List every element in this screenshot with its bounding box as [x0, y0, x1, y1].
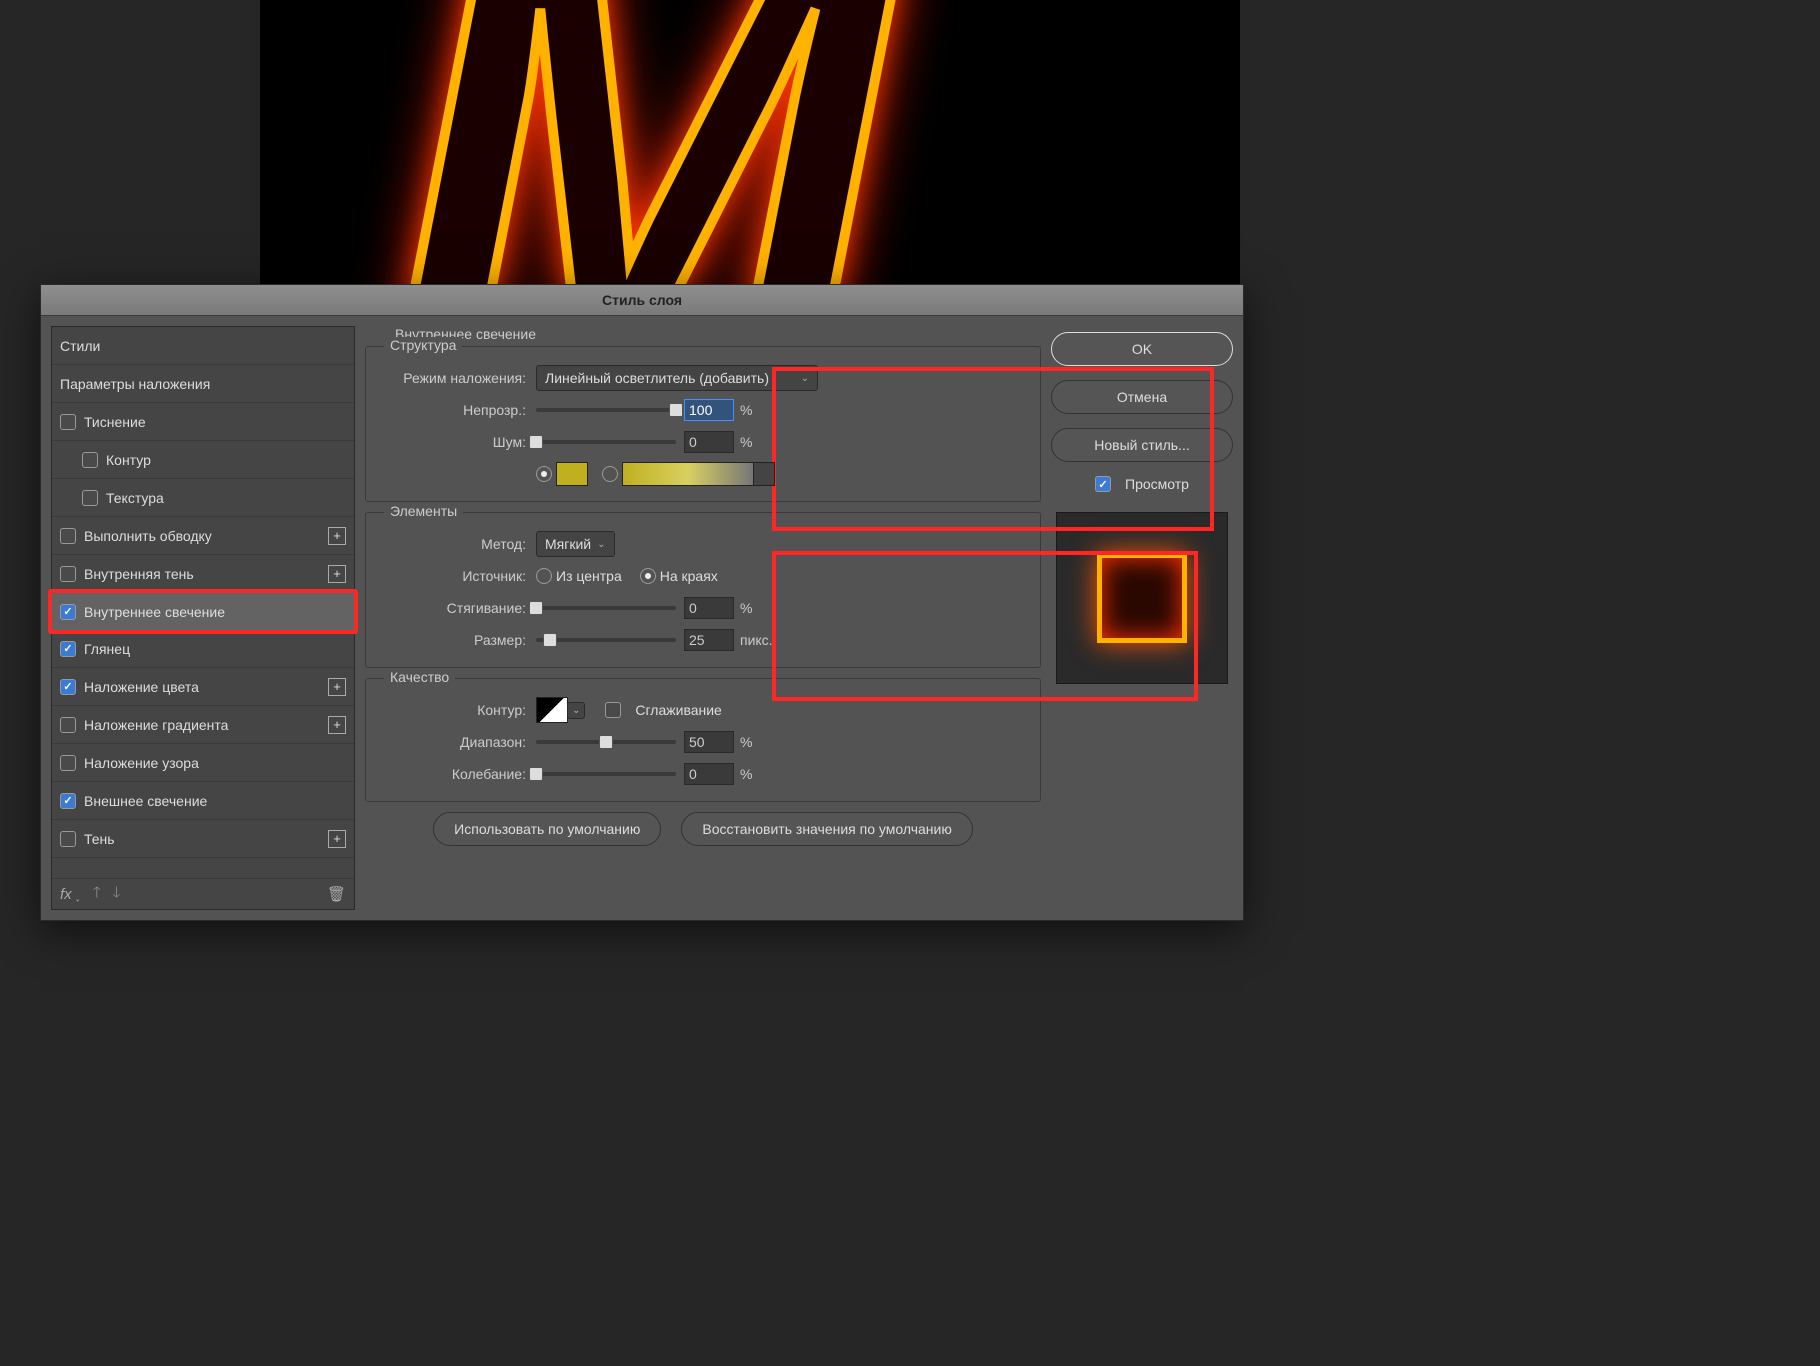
- fx-icon[interactable]: fx ˯: [60, 886, 81, 903]
- structure-group: Структура Режим наложения: Линейный осве…: [365, 346, 1041, 502]
- noise-input[interactable]: 0: [684, 431, 734, 453]
- contour-swatch[interactable]: [536, 697, 568, 723]
- cancel-button[interactable]: Отмена: [1051, 380, 1233, 414]
- sidebar-styles[interactable]: Стили: [52, 327, 354, 365]
- quality-group: Качество Контур: ⌄ Сглаживание Диапазон:…: [365, 678, 1041, 802]
- checkbox[interactable]: [60, 604, 76, 620]
- make-default-button[interactable]: Использовать по умолчанию: [433, 812, 661, 846]
- sidebar-satin[interactable]: Глянец: [52, 630, 354, 668]
- contour-label: Контур:: [376, 702, 536, 718]
- choke-input[interactable]: 0: [684, 597, 734, 619]
- noise-label: Шум:: [376, 434, 536, 450]
- color-swatch[interactable]: [556, 462, 588, 486]
- effects-sidebar: Стили Параметры наложения Тиснение Конту…: [51, 326, 355, 910]
- checkbox[interactable]: [60, 528, 76, 544]
- choke-label: Стягивание:: [376, 600, 536, 616]
- choke-slider[interactable]: [536, 606, 676, 610]
- blend-mode-label: Режим наложения:: [376, 370, 536, 386]
- gradient-radio[interactable]: [602, 466, 618, 482]
- add-icon[interactable]: +: [328, 716, 346, 734]
- checkbox[interactable]: [60, 414, 76, 430]
- checkbox[interactable]: [60, 793, 76, 809]
- source-label: Источник:: [376, 568, 536, 584]
- ok-button[interactable]: OK: [1051, 332, 1233, 366]
- quality-title: Качество: [384, 669, 455, 685]
- sidebar-texture[interactable]: Текстура: [52, 479, 354, 517]
- checkbox[interactable]: [82, 490, 98, 506]
- structure-title: Структура: [384, 337, 462, 353]
- chevron-down-icon: ⌄: [597, 539, 605, 550]
- preview-thumbnail: [1056, 512, 1228, 684]
- jitter-slider[interactable]: [536, 772, 676, 776]
- range-label: Диапазон:: [376, 734, 536, 750]
- add-icon[interactable]: +: [328, 678, 346, 696]
- source-center-radio[interactable]: [536, 568, 552, 584]
- main-panel: Внутреннее свечение Структура Режим нало…: [365, 326, 1041, 910]
- sidebar-footer: fx ˯ 🡑 🡓 🗑: [52, 878, 354, 909]
- reset-default-button[interactable]: Восстановить значения по умолчанию: [681, 812, 972, 846]
- preview-checkbox[interactable]: [1095, 476, 1111, 492]
- new-style-button[interactable]: Новый стиль...: [1051, 428, 1233, 462]
- chevron-down-icon: ⌄: [801, 373, 809, 384]
- chevron-down-icon[interactable]: ⌄: [762, 468, 770, 479]
- sidebar-drop-shadow[interactable]: Тень+: [52, 820, 354, 858]
- preview-toggle[interactable]: Просмотр: [1095, 476, 1189, 492]
- noise-slider[interactable]: [536, 440, 676, 444]
- sidebar-stroke[interactable]: Выполнить обводку+: [52, 517, 354, 555]
- sidebar-pattern-overlay[interactable]: Наложение узора: [52, 744, 354, 782]
- aa-checkbox[interactable]: [605, 702, 621, 718]
- opacity-input[interactable]: 100: [684, 399, 734, 421]
- sidebar-inner-shadow[interactable]: Внутренняя тень+: [52, 555, 354, 593]
- sidebar-inner-glow[interactable]: Внутреннее свечение: [48, 589, 358, 634]
- source-edge-radio[interactable]: [640, 568, 656, 584]
- move-up-icon[interactable]: 🡑: [93, 882, 101, 907]
- add-icon[interactable]: +: [328, 565, 346, 583]
- dialog-titlebar[interactable]: Стиль слоя: [41, 285, 1243, 316]
- color-radio[interactable]: [536, 466, 552, 482]
- elements-group: Элементы Метод: Мягкий ⌄ Источник: Из це…: [365, 512, 1041, 668]
- technique-label: Метод:: [376, 536, 536, 552]
- sidebar-outer-glow[interactable]: Внешнее свечение: [52, 782, 354, 820]
- add-icon[interactable]: +: [328, 830, 346, 848]
- sidebar-blend-options[interactable]: Параметры наложения: [52, 365, 354, 403]
- chevron-down-icon: ⌄: [572, 705, 580, 716]
- jitter-input[interactable]: 0: [684, 763, 734, 785]
- checkbox[interactable]: [60, 831, 76, 847]
- add-icon[interactable]: +: [328, 527, 346, 545]
- gradient-swatch[interactable]: ⌄: [622, 462, 754, 486]
- jitter-label: Колебание:: [376, 766, 536, 782]
- checkbox[interactable]: [60, 641, 76, 657]
- sidebar-color-overlay[interactable]: Наложение цвета+: [52, 668, 354, 706]
- opacity-slider[interactable]: [536, 408, 676, 412]
- checkbox[interactable]: [60, 679, 76, 695]
- dialog-buttons: OK Отмена Новый стиль... Просмотр: [1051, 326, 1233, 910]
- checkbox[interactable]: [60, 755, 76, 771]
- checkbox[interactable]: [82, 452, 98, 468]
- dialog-title: Стиль слоя: [602, 292, 682, 308]
- range-input[interactable]: 50: [684, 731, 734, 753]
- viewport: M Стиль слоя Стили Параметры наложения Т…: [0, 0, 1820, 1366]
- size-input[interactable]: 25: [684, 629, 734, 651]
- blend-mode-select[interactable]: Линейный осветлитель (добавить) ⌄: [536, 365, 818, 391]
- checkbox[interactable]: [60, 566, 76, 582]
- contour-dropdown[interactable]: ⌄: [567, 702, 585, 719]
- preview-swatch: [1097, 553, 1187, 643]
- size-label: Размер:: [376, 632, 536, 648]
- range-slider[interactable]: [536, 740, 676, 744]
- elements-title: Элементы: [384, 503, 463, 519]
- trash-icon[interactable]: 🗑: [327, 885, 346, 903]
- technique-select[interactable]: Мягкий ⌄: [536, 531, 615, 557]
- sidebar-contour[interactable]: Контур: [52, 441, 354, 479]
- sidebar-gradient-overlay[interactable]: Наложение градиента+: [52, 706, 354, 744]
- sidebar-bevel[interactable]: Тиснение: [52, 403, 354, 441]
- opacity-label: Непрозр.:: [376, 402, 536, 418]
- size-slider[interactable]: [536, 638, 676, 642]
- layer-style-dialog: Стиль слоя Стили Параметры наложения Тис…: [40, 284, 1244, 921]
- checkbox[interactable]: [60, 717, 76, 733]
- move-down-icon[interactable]: 🡓: [113, 882, 121, 907]
